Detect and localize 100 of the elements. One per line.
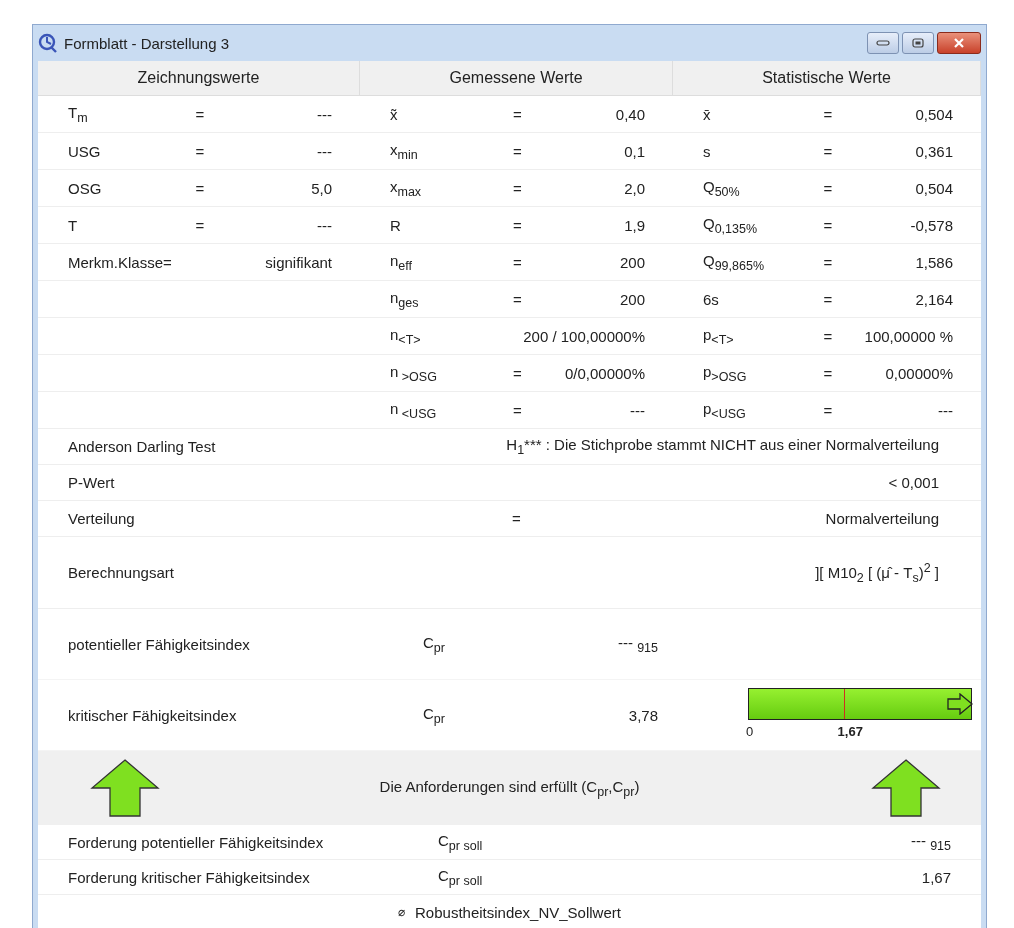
row-label: Forderung kritischer Fähigkeitsindex — [67, 868, 311, 886]
row-value: --- $_{915}$ — [617, 633, 658, 655]
equals-sign: = — [512, 105, 523, 123]
row-value: < 0,001 — [887, 474, 939, 491]
symbol-label: n$_{ges}$ — [390, 288, 420, 310]
scale-label: 1,67 — [837, 724, 863, 739]
row-label: Forderung potentieller Fähigkeitsindex — [67, 833, 325, 851]
value-text: 0,00000% — [884, 364, 953, 382]
symbol-label: C$_{pr}$ — [422, 633, 446, 655]
maximize-button[interactable] — [902, 32, 934, 54]
minimize-button[interactable] — [867, 32, 899, 54]
equals-sign: = — [512, 216, 523, 234]
symbol-label: C$_{pr soll}$ — [438, 866, 484, 888]
minimize-icon — [876, 39, 890, 47]
value-text: --- — [316, 216, 332, 234]
equals-sign: = — [512, 179, 523, 197]
equals-sign: = — [822, 142, 834, 160]
symbol-label: C$_{pr}$ — [422, 704, 446, 726]
equals-sign: = — [194, 142, 206, 160]
row-value: --- $_{915}$ — [911, 831, 951, 853]
equals-sign: = — [512, 401, 523, 419]
equals-sign: = — [511, 510, 522, 527]
row-value: H$_{1}$*** : Die Stichprobe stammt NICHT aus einer Normalverteilung — [505, 436, 939, 457]
value-text: 1,586 — [914, 253, 953, 271]
value-text: 0,504 — [914, 105, 953, 123]
equals-sign: = — [512, 364, 523, 382]
value-text: --- — [316, 142, 332, 160]
value-text: 200 — [618, 253, 645, 271]
symbol-label: n $_{<USG}$ — [390, 399, 438, 421]
symbol-label: x$_{max}$ — [390, 177, 423, 199]
equals-sign: = — [194, 216, 206, 234]
row-label: P-Wert — [67, 474, 116, 491]
value-text: --- — [629, 401, 645, 419]
symbol-label: Merkm.Klasse= — [68, 253, 172, 271]
equals-sign: = — [822, 401, 834, 419]
symbol-label: n$_{<T>}$ — [390, 325, 422, 347]
limit-marker — [844, 689, 846, 719]
equals-sign: = — [512, 290, 523, 308]
row-value: 1,67 — [921, 868, 951, 886]
equals-sign: = — [512, 253, 523, 271]
equals-sign: = — [194, 179, 206, 197]
symbol-label: n$_{eff}$ — [390, 251, 413, 273]
symbol-label: C$_{pr soll}$ — [438, 831, 484, 853]
value-text: 2,164 — [914, 290, 953, 308]
symbol-label: Q$_{50%}$ — [703, 177, 741, 199]
value-text: 2,0 — [623, 179, 645, 197]
value-text: -0,578 — [909, 216, 953, 234]
window-title: Formblatt - Darstellung 3 — [64, 34, 230, 52]
symbol-label: Q$_{99,865%}$ — [703, 251, 766, 273]
symbol-label: OSG — [68, 179, 103, 197]
value-text: 200 — [618, 290, 645, 308]
value-text: --- — [937, 401, 953, 419]
value-text: 0,1 — [623, 142, 645, 160]
row-label: Berechnungsart — [67, 564, 175, 581]
equals-sign: = — [822, 216, 834, 234]
equals-sign: = — [194, 105, 206, 123]
result-message: Die Anforderungen sind erfüllt (C$_{pr}$,C$_{pr}$) — [379, 777, 640, 799]
equals-sign: = — [822, 253, 834, 271]
scale-label: 0 — [746, 724, 754, 739]
column-header: Gemessene Werte — [360, 61, 673, 96]
equals-sign: = — [822, 364, 834, 382]
symbol-label: n $_{>OSG}$ — [390, 362, 438, 384]
row-value: ][ M10$_{2}$ [ (μ̂ - T$_{s}$)$^{2}$ ] — [814, 560, 939, 585]
symbol-label: p$_{>OSG}$ — [703, 362, 748, 384]
maximize-icon — [912, 38, 924, 48]
value-text: 0/0,00000% — [563, 364, 645, 382]
row-label: potentieller Fähigkeitsindex — [67, 635, 251, 653]
symbol-label: p$_{<T>}$ — [703, 325, 735, 347]
footer-text: Robustheitsindex_NV_Sollwert — [415, 903, 621, 921]
symbol-label: s — [703, 142, 712, 160]
symbol-label: T — [68, 216, 79, 234]
value-text: 0,361 — [914, 142, 953, 160]
symbol-label: T$_{m}$ — [68, 103, 89, 125]
value-text: 200 / 100,00000% — [523, 327, 645, 345]
equals-sign: = — [822, 327, 834, 345]
symbol-label: x̄ — [703, 105, 712, 123]
value-text: --- — [316, 105, 332, 123]
equals-sign: = — [822, 105, 834, 123]
value-text: 5,0 — [310, 179, 332, 197]
value-text: 0,504 — [914, 179, 953, 197]
diameter-symbol: ⌀ — [398, 905, 405, 919]
column-header: Zeichnungswerte — [38, 61, 360, 96]
row-label: Anderson Darling Test — [67, 438, 217, 455]
equals-sign: = — [822, 179, 834, 197]
symbol-label: x$_{min}$ — [390, 140, 419, 162]
value-text: signifikant — [264, 253, 332, 271]
row-label: Verteilung — [67, 510, 136, 527]
row-label: kritischer Fähigkeitsindex — [67, 706, 238, 724]
close-icon — [953, 38, 965, 48]
close-button[interactable] — [937, 32, 981, 54]
symbol-label: 6s — [703, 290, 720, 308]
row-value: 3,78 — [627, 706, 658, 724]
value-text: 1,9 — [623, 216, 645, 234]
row-value: Normalverteilung — [824, 510, 939, 527]
symbol-label: x̃ — [390, 105, 399, 123]
column-header: Statistische Werte — [673, 61, 981, 96]
symbol-label: Q$_{0,135%}$ — [703, 214, 759, 236]
symbol-label: p$_{<USG}$ — [703, 399, 747, 421]
symbol-label: USG — [68, 142, 102, 160]
equals-sign: = — [822, 290, 834, 308]
